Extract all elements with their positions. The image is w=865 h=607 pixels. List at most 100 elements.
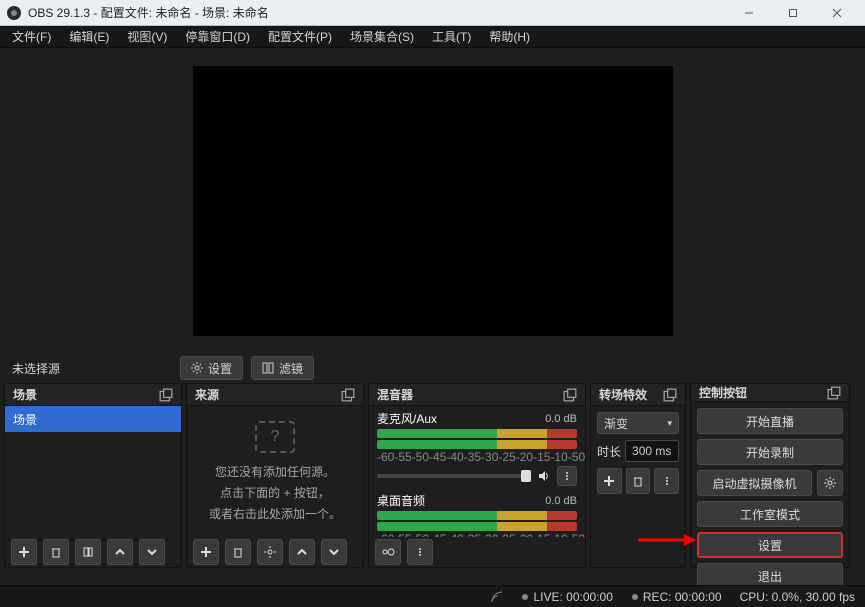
dock-controls: 控制按钮 开始直播 开始录制 启动虚拟摄像机 工作室模式 设置 退出: [690, 383, 850, 568]
start-vcam-button[interactable]: 启动虚拟摄像机: [697, 470, 812, 496]
menu-profile[interactable]: 配置文件(P): [260, 25, 340, 48]
menu-scenecol[interactable]: 场景集合(S): [342, 25, 422, 48]
chevron-down-icon: ▾: [667, 418, 672, 429]
source-down-button[interactable]: [321, 539, 347, 565]
statusbar: LIVE: 00:00:00 REC: 00:00:00 CPU: 0.0%, …: [0, 585, 865, 607]
window-close[interactable]: [815, 1, 859, 25]
sliders-icon: [381, 546, 395, 558]
menu-file[interactable]: 文件(F): [4, 25, 59, 48]
dot-icon: [631, 593, 639, 601]
mixer-channel-menu[interactable]: [557, 466, 577, 486]
transition-remove-button[interactable]: [626, 468, 651, 494]
start-record-button[interactable]: 开始录制: [697, 439, 843, 465]
vu-meter: [377, 522, 577, 531]
dots-icon: [662, 476, 672, 486]
docks-row: 场景 场景 来源 ? 您还没有添加任何源。 点击下面的 + 按钮， 或者右击此处…: [0, 383, 865, 568]
transition-select[interactable]: 渐变 ▾: [597, 412, 679, 434]
dock-scenes-header[interactable]: 场景: [5, 384, 181, 406]
duration-input[interactable]: 300 ms: [625, 440, 679, 462]
trash-icon: [232, 546, 244, 558]
sources-empty[interactable]: ? 您还没有添加任何源。 点击下面的 + 按钮， 或者右击此处添加一个。: [187, 406, 363, 537]
window-maximize[interactable]: [771, 1, 815, 25]
scene-down-button[interactable]: [139, 539, 165, 565]
stack-icon: [82, 546, 94, 558]
chevron-up-icon: [296, 546, 308, 558]
sources-empty-line1: 您还没有添加任何源。: [215, 463, 335, 480]
vu-ticks: -60-55-50-45-40-35-30-25-20-15-10-50: [377, 450, 577, 464]
scene-filter-button[interactable]: [75, 539, 101, 565]
dock-mixer-header[interactable]: 混音器: [369, 384, 585, 406]
dock-controls-header[interactable]: 控制按钮: [691, 384, 849, 402]
source-settings-button[interactable]: [257, 539, 283, 565]
source-filters-label: 滤镜: [279, 360, 303, 377]
gear-icon: [191, 362, 203, 374]
start-stream-button[interactable]: 开始直播: [697, 408, 843, 434]
studio-mode-button[interactable]: 工作室模式: [697, 501, 843, 527]
signal-icon: [491, 591, 503, 603]
window-minimize[interactable]: [727, 1, 771, 25]
vu-meter: [377, 440, 577, 449]
dock-transitions-header[interactable]: 转场特效: [591, 384, 685, 406]
scene-remove-button[interactable]: [43, 539, 69, 565]
dock-mixer: 混音器 麦克风/Aux 0.0 dB -60-55-50-45-40-35-30…: [368, 383, 586, 568]
source-toolbar: 未选择源 设置 滤镜: [0, 353, 865, 383]
status-live: LIVE: 00:00:00: [521, 590, 612, 604]
sources-empty-line3: 或者右击此处添加一个。: [209, 505, 341, 522]
dock-scenes-title: 场景: [13, 386, 37, 403]
scene-add-button[interactable]: [11, 539, 37, 565]
vu-ticks: -60-55-50-45-40-35-30-25-20-15-10-50: [377, 532, 577, 537]
popout-icon[interactable]: [341, 388, 355, 402]
menu-help[interactable]: 帮助(H): [481, 25, 538, 48]
mixer-channel: 麦克风/Aux 0.0 dB -60-55-50-45-40-35-30-25-…: [369, 406, 585, 488]
source-add-button[interactable]: [193, 539, 219, 565]
filters-icon: [262, 362, 274, 374]
transition-value: 渐变: [604, 415, 628, 432]
menu-tools[interactable]: 工具(T): [424, 25, 479, 48]
transition-props-button[interactable]: [654, 468, 679, 494]
preview-area[interactable]: [0, 48, 865, 353]
vcam-settings-button[interactable]: [817, 470, 843, 496]
menu-edit[interactable]: 编辑(E): [61, 25, 117, 48]
mixer-menu-button[interactable]: [407, 539, 433, 565]
mixer-channel-name: 桌面音频: [377, 492, 545, 509]
window-title: OBS 29.1.3 - 配置文件: 未命名 - 场景: 未命名: [28, 4, 269, 21]
source-properties-button[interactable]: 设置: [180, 356, 243, 380]
chevron-down-icon: [328, 546, 340, 558]
preview-canvas[interactable]: [193, 66, 673, 336]
trash-icon: [50, 546, 62, 558]
vu-meter: [377, 511, 577, 520]
scene-item[interactable]: 场景: [5, 406, 181, 432]
source-filters-button[interactable]: 滤镜: [251, 356, 314, 380]
scene-up-button[interactable]: [107, 539, 133, 565]
popout-icon[interactable]: [563, 388, 577, 402]
duration-label: 时长: [597, 443, 621, 460]
source-remove-button[interactable]: [225, 539, 251, 565]
menubar: 文件(F) 编辑(E) 视图(V) 停靠窗口(D) 配置文件(P) 场景集合(S…: [0, 26, 865, 48]
menu-view[interactable]: 视图(V): [119, 25, 175, 48]
gear-icon: [824, 477, 836, 489]
dots-icon: [415, 547, 425, 557]
speaker-icon[interactable]: [537, 469, 551, 483]
transition-add-button[interactable]: [597, 468, 622, 494]
status-cpu: CPU: 0.0%, 30.00 fps: [740, 590, 855, 604]
status-network: [491, 591, 503, 603]
duration-value: 300 ms: [632, 444, 671, 458]
menu-docks[interactable]: 停靠窗口(D): [177, 25, 258, 48]
plus-icon: [200, 546, 212, 558]
dots-icon: [562, 471, 572, 481]
settings-button[interactable]: 设置: [697, 532, 843, 558]
vu-meter: [377, 429, 577, 438]
dock-sources-header[interactable]: 来源: [187, 384, 363, 406]
chevron-down-icon: [146, 546, 158, 558]
popout-icon[interactable]: [663, 388, 677, 402]
popout-icon[interactable]: [159, 388, 173, 402]
mixer-advanced-button[interactable]: [375, 539, 401, 565]
dot-icon: [521, 593, 529, 601]
popout-icon[interactable]: [827, 386, 841, 400]
volume-slider[interactable]: [377, 474, 531, 478]
source-up-button[interactable]: [289, 539, 315, 565]
obs-logo-icon: [6, 5, 22, 21]
dock-transitions: 转场特效 渐变 ▾ 时长 300 ms: [590, 383, 686, 568]
gear-icon: [264, 546, 276, 558]
trash-icon: [632, 475, 644, 487]
